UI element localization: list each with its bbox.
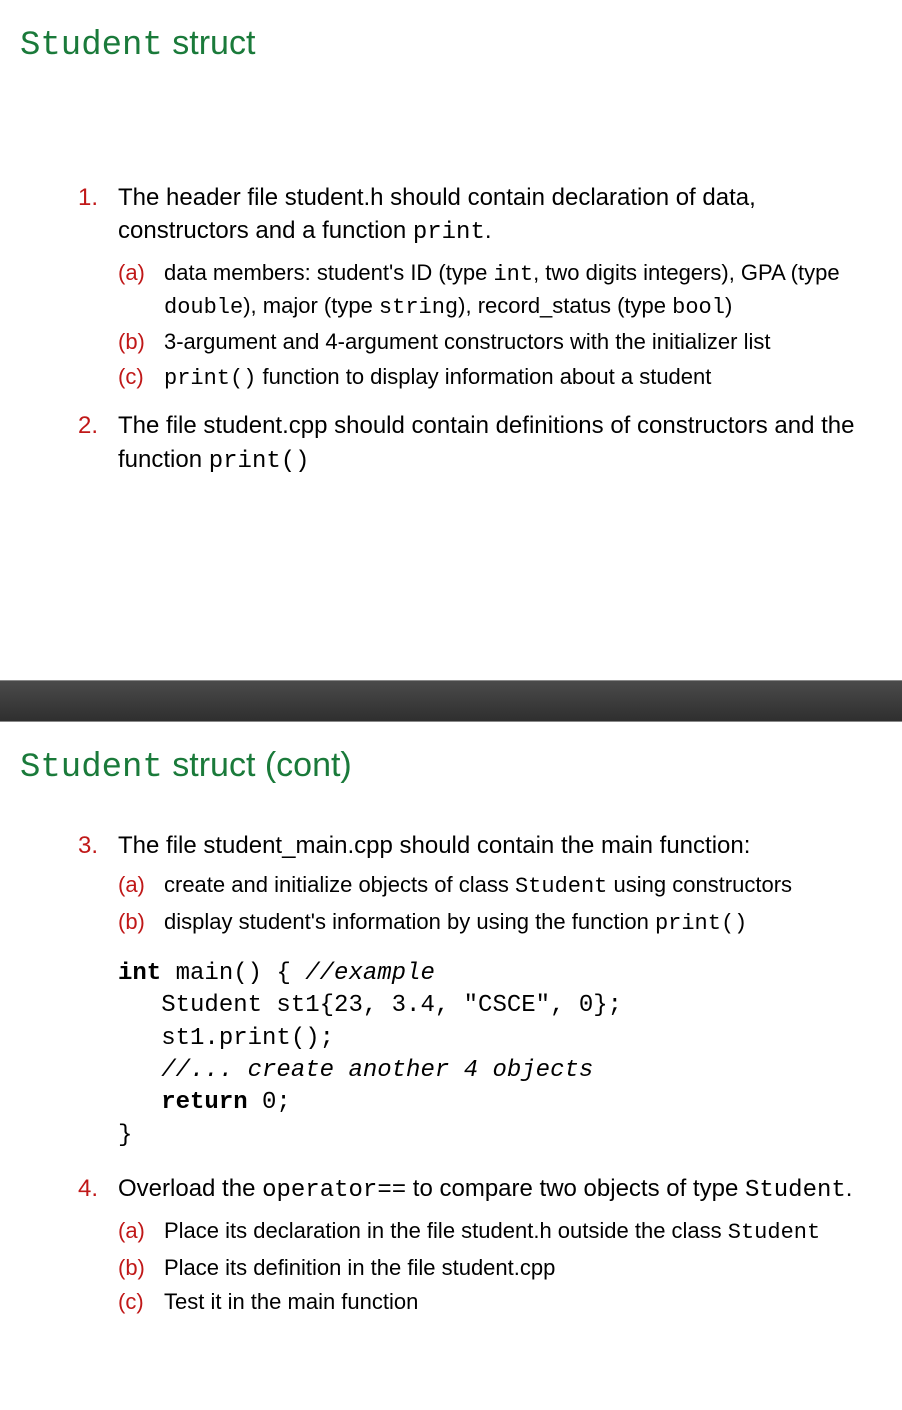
list-item-4: 4. Overload the operator== to compare tw… <box>78 1172 872 1318</box>
slide-divider <box>0 680 902 722</box>
subitem-text: 3-argument and 4-argument constructors w… <box>164 329 771 354</box>
slide-1: Student struct 1. The header file studen… <box>0 0 902 680</box>
subitem-text: Place its declaration in the file studen… <box>164 1218 820 1243</box>
subitem-marker: (a) <box>118 870 145 901</box>
subitem-marker: (c) <box>118 1287 144 1318</box>
subitem-marker: (c) <box>118 362 144 393</box>
item-text: The header file student.h should contain… <box>118 184 756 245</box>
sublist-4: (a) Place its declaration in the file st… <box>118 1216 872 1318</box>
subitem-text: data members: student's ID (type int, tw… <box>164 260 840 318</box>
slide-2-content: 3. The file student_main.cpp should cont… <box>20 829 882 1319</box>
code-block-main: int main() { //example Student st1{23, 3… <box>118 958 872 1152</box>
subitem-text: create and initialize objects of class S… <box>164 872 792 897</box>
subitem-3b: (b) display student's information by usi… <box>118 907 872 940</box>
item-marker: 4. <box>78 1172 98 1206</box>
ordered-list-1: 1. The header file student.h should cont… <box>78 181 872 479</box>
subitem-marker: (b) <box>118 907 145 938</box>
subitem-4c: (c) Test it in the main function <box>118 1287 872 1318</box>
subitem-marker: (b) <box>118 1253 145 1284</box>
slide-1-title: Student struct <box>20 20 882 71</box>
list-item-3: 3. The file student_main.cpp should cont… <box>78 829 872 1153</box>
ordered-list-2: 3. The file student_main.cpp should cont… <box>78 829 872 1319</box>
subitem-4a: (a) Place its declaration in the file st… <box>118 1216 872 1249</box>
title-mono: Student <box>20 749 163 787</box>
title-rest: struct (cont) <box>163 746 352 784</box>
subitem-3a: (a) create and initialize objects of cla… <box>118 870 872 903</box>
item-marker: 1. <box>78 181 98 215</box>
item-text: The file student_main.cpp should contain… <box>118 832 750 859</box>
title-mono: Student <box>20 27 163 65</box>
subitem-marker: (a) <box>118 1216 145 1247</box>
subitem-text: Test it in the main function <box>164 1289 418 1314</box>
slide-2: Student struct (cont) 3. The file studen… <box>0 722 902 1352</box>
subitem-text: display student's information by using t… <box>164 909 747 934</box>
subitem-marker: (b) <box>118 327 145 358</box>
item-text: Overload the operator== to compare two o… <box>118 1175 852 1202</box>
title-rest: struct <box>163 24 256 62</box>
subitem-1b: (b) 3-argument and 4-argument constructo… <box>118 327 872 358</box>
subitem-marker: (a) <box>118 258 145 289</box>
item-marker: 3. <box>78 829 98 863</box>
subitem-text: print() function to display information … <box>164 364 711 389</box>
subitem-4b: (b) Place its definition in the file stu… <box>118 1253 872 1284</box>
item-marker: 2. <box>78 409 98 443</box>
slide-2-title: Student struct (cont) <box>20 742 882 793</box>
slide-1-content: 1. The header file student.h should cont… <box>20 181 882 479</box>
subitem-1a: (a) data members: student's ID (type int… <box>118 258 872 324</box>
subitem-text: Place its definition in the file student… <box>164 1255 555 1280</box>
item-text: The file student.cpp should contain defi… <box>118 412 854 473</box>
list-item-2: 2. The file student.cpp should contain d… <box>78 409 872 478</box>
sublist-3: (a) create and initialize objects of cla… <box>118 870 872 940</box>
list-item-1: 1. The header file student.h should cont… <box>78 181 872 395</box>
sublist-1: (a) data members: student's ID (type int… <box>118 258 872 395</box>
subitem-1c: (c) print() function to display informat… <box>118 362 872 395</box>
